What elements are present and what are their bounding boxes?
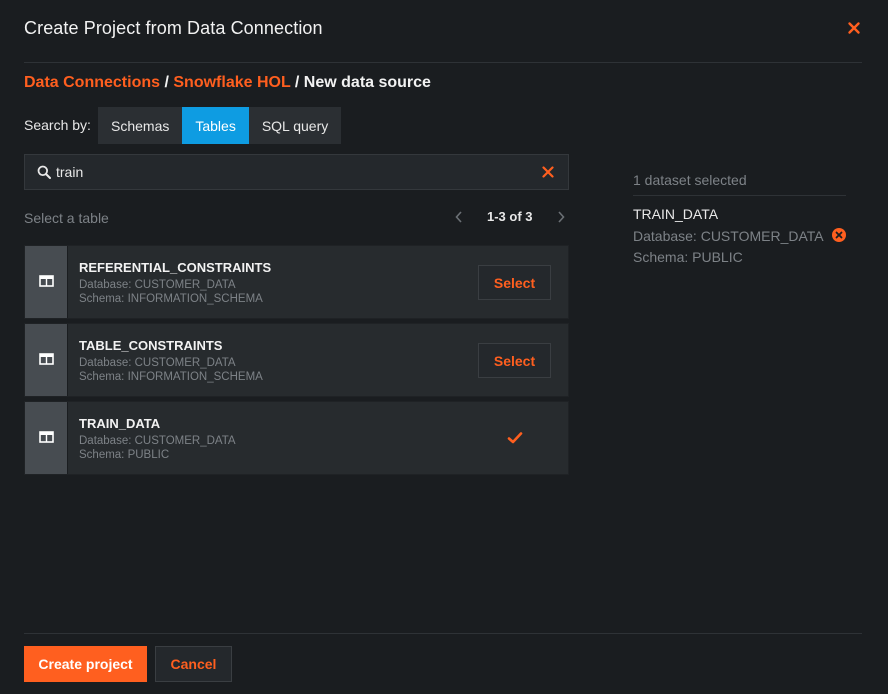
breadcrumb-current: New data source [303, 74, 431, 91]
tab-sql-query[interactable]: SQL query [248, 107, 342, 144]
tab-tables[interactable]: Tables [182, 107, 249, 144]
selected-divider [633, 195, 846, 196]
chevron-right-icon[interactable] [555, 209, 567, 225]
table-icon [25, 402, 68, 474]
list-label: Select a table [24, 210, 109, 226]
table-schema: Schema: INFORMATION_SCHEMA [79, 371, 263, 383]
table-name: TRAIN_DATA [79, 416, 161, 431]
table-schema: Schema: INFORMATION_SCHEMA [79, 293, 263, 305]
check-icon[interactable] [507, 431, 523, 445]
table-database: Database: CUSTOMER_DATA [79, 435, 236, 447]
breadcrumb-data-connections[interactable]: Data Connections [24, 74, 160, 91]
table-schema: Schema: PUBLIC [79, 449, 170, 461]
clear-icon[interactable] [542, 166, 554, 178]
tab-schemas[interactable]: Schemas [98, 107, 183, 144]
header-divider [24, 62, 862, 63]
cancel-button[interactable]: Cancel [155, 646, 232, 682]
selected-dataset-schema: Schema: PUBLIC [633, 249, 743, 265]
pagination-count: 1-3 of 3 [487, 209, 533, 224]
table-name: REFERENTIAL_CONSTRAINTS [79, 260, 272, 275]
search-by-tabs: Schemas Tables SQL query [98, 107, 342, 144]
search-by-label: Search by: [24, 117, 91, 133]
table-row[interactable]: TRAIN_DATA Database: CUSTOMER_DATA Schem… [24, 401, 569, 475]
table-row[interactable]: REFERENTIAL_CONSTRAINTS Database: CUSTOM… [24, 245, 569, 319]
dialog-title: Create Project from Data Connection [24, 18, 323, 38]
breadcrumb: Data Connections / Snowflake HOL / New d… [24, 74, 431, 92]
breadcrumb-snowflake-hol[interactable]: Snowflake HOL [173, 74, 290, 91]
breadcrumb-separator: / [294, 74, 300, 91]
create-project-button[interactable]: Create project [24, 646, 147, 682]
table-name: TABLE_CONSTRAINTS [79, 338, 223, 353]
search-input[interactable] [56, 155, 536, 189]
table-database: Database: CUSTOMER_DATA [79, 279, 236, 291]
remove-circle-icon[interactable] [832, 228, 846, 242]
close-icon[interactable] [846, 20, 862, 36]
table-icon [25, 324, 68, 396]
pagination: 1-3 of 3 [453, 208, 569, 226]
footer-divider [24, 633, 862, 634]
select-button[interactable]: Select [478, 265, 551, 300]
table-icon [25, 246, 68, 318]
search-icon [37, 165, 51, 179]
selected-dataset-database: Database: CUSTOMER_DATA [633, 228, 824, 244]
table-database: Database: CUSTOMER_DATA [79, 357, 236, 369]
table-row[interactable]: TABLE_CONSTRAINTS Database: CUSTOMER_DAT… [24, 323, 569, 397]
selected-dataset-name: TRAIN_DATA [633, 206, 719, 222]
selected-datasets-panel: 1 dataset selected TRAIN_DATA Database: … [633, 172, 846, 265]
chevron-left-icon[interactable] [453, 209, 465, 225]
select-button[interactable]: Select [478, 343, 551, 378]
selected-count: 1 dataset selected [633, 172, 747, 188]
search-field [24, 154, 569, 190]
